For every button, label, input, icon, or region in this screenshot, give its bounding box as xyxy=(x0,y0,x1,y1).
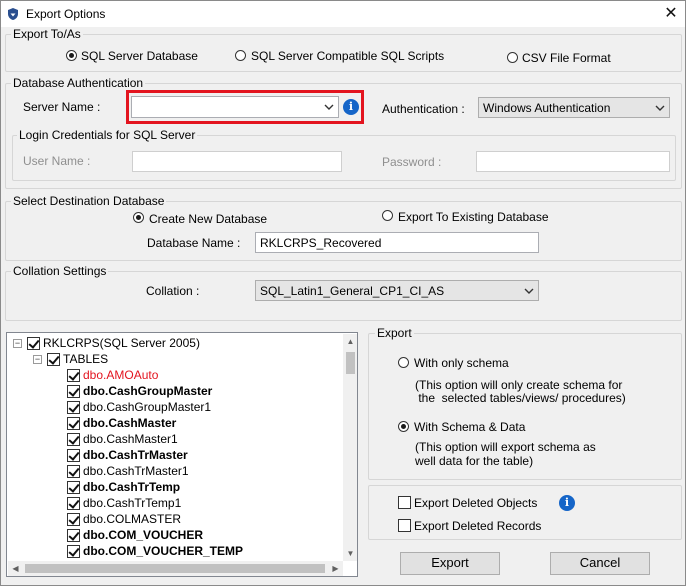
collation-label: Collation : xyxy=(146,284,200,298)
tree-root-label: RKLCRPS(SQL Server 2005) xyxy=(43,336,200,350)
chevron-down-icon[interactable] xyxy=(655,103,665,113)
tree-item-checkbox[interactable] xyxy=(67,433,80,446)
radio-sql-scripts[interactable] xyxy=(235,50,246,61)
export-deleted-objects-label[interactable]: Export Deleted Objects xyxy=(414,496,537,510)
tree-item-label: dbo.COM_VOUCHER xyxy=(83,528,203,542)
scroll-down-icon[interactable]: ▼ xyxy=(343,546,357,561)
schema-only-desc-line1: (This option will only create schema for xyxy=(415,378,623,392)
tree-item-label: dbo.CashTrMaster1 xyxy=(83,464,189,478)
tree-item-checkbox[interactable] xyxy=(67,401,80,414)
database-name-value: RKLCRPS_Recovered xyxy=(260,236,382,250)
authentication-label: Authentication : xyxy=(382,102,465,116)
database-name-label: Database Name : xyxy=(147,236,241,250)
tree-item-label: dbo.COLMASTER xyxy=(83,512,182,526)
close-button[interactable]: ✕ xyxy=(661,4,681,24)
server-name-highlight xyxy=(126,90,364,124)
tree-item-checkbox[interactable] xyxy=(67,497,80,510)
tree-item-checkbox[interactable] xyxy=(67,369,80,382)
export-deleted-objects-checkbox[interactable] xyxy=(398,496,411,509)
password-label: Password : xyxy=(382,155,442,169)
radio-schema-and-data[interactable] xyxy=(398,421,409,432)
tree-item-label: dbo.AMOAuto xyxy=(83,368,159,382)
export-button[interactable]: Export xyxy=(400,552,500,575)
tree-item-label: dbo.CashTrMaster xyxy=(83,448,188,462)
radio-schema-only-label[interactable]: With only schema xyxy=(414,356,509,370)
radio-csv-format-label[interactable]: CSV File Format xyxy=(522,51,611,65)
app-shield-icon xyxy=(8,8,18,20)
radio-sql-scripts-label[interactable]: SQL Server Compatible SQL Scripts xyxy=(251,49,444,63)
tree-item-checkbox[interactable] xyxy=(67,385,80,398)
radio-sql-server-database-label[interactable]: SQL Server Database xyxy=(81,49,198,63)
server-name-label: Server Name : xyxy=(23,100,101,114)
tree-item-checkbox[interactable] xyxy=(67,513,80,526)
collation-legend: Collation Settings xyxy=(11,264,109,278)
tree-tables-label: TABLES xyxy=(63,352,109,366)
export-to-legend: Export To/As xyxy=(11,27,83,41)
tree-item-label: dbo.CashMaster xyxy=(83,416,177,430)
deleted-objects-info-icon[interactable]: i xyxy=(559,495,575,511)
export-deleted-records-label[interactable]: Export Deleted Records xyxy=(414,519,541,533)
radio-export-existing-database-label[interactable]: Export To Existing Database xyxy=(398,210,549,224)
tree-item-label: dbo.CashTrTemp xyxy=(83,480,181,494)
password-input[interactable] xyxy=(476,151,670,172)
scroll-right-icon[interactable]: ▶ xyxy=(328,561,343,576)
schema-only-desc-line2: the selected tables/views/ procedures) xyxy=(415,391,626,405)
chevron-down-icon[interactable] xyxy=(524,286,534,296)
vertical-scroll-thumb[interactable] xyxy=(346,352,355,374)
cancel-button[interactable]: Cancel xyxy=(550,552,650,575)
schema-data-desc-line1: (This option will export schema as xyxy=(415,440,596,454)
tree-tables-checkbox[interactable] xyxy=(47,353,60,366)
window-title: Export Options xyxy=(26,7,106,21)
export-deleted-records-checkbox[interactable] xyxy=(398,519,411,532)
collapse-icon[interactable]: − xyxy=(33,355,42,364)
export-mode-legend: Export xyxy=(375,326,414,340)
export-options-window: Export Options ✕ Export To/As SQL Server… xyxy=(0,0,686,586)
tree-item-label: dbo.CashGroupMaster1 xyxy=(83,400,212,414)
radio-schema-and-data-label[interactable]: With Schema & Data xyxy=(414,420,525,434)
authentication-select[interactable]: Windows Authentication xyxy=(478,97,670,118)
scroll-up-icon[interactable]: ▲ xyxy=(343,334,357,349)
collation-value: SQL_Latin1_General_CP1_CI_AS xyxy=(260,284,445,298)
database-name-input[interactable]: RKLCRPS_Recovered xyxy=(255,232,539,253)
tree-item-label: dbo.COM_VOUCHER_TEMP xyxy=(83,544,244,558)
tree-item-checkbox[interactable] xyxy=(67,465,80,478)
tree-item-checkbox[interactable] xyxy=(67,529,80,542)
radio-csv-format[interactable] xyxy=(507,52,518,63)
scroll-left-icon[interactable]: ◀ xyxy=(8,561,23,576)
tree-item-checkbox[interactable] xyxy=(67,545,80,558)
tree-item-checkbox[interactable] xyxy=(67,417,80,430)
schema-data-desc-line2: well data for the table) xyxy=(415,454,534,468)
tree-item-checkbox[interactable] xyxy=(67,449,80,462)
collapse-icon[interactable]: − xyxy=(13,339,22,348)
radio-create-new-database[interactable] xyxy=(133,212,144,223)
tree-item-label: dbo.CashGroupMaster xyxy=(83,384,213,398)
radio-create-new-database-label[interactable]: Create New Database xyxy=(149,212,267,226)
tree-root-checkbox[interactable] xyxy=(27,337,40,350)
user-name-label: User Name : xyxy=(23,154,91,168)
table-tree-view[interactable]: − RKLCRPS(SQL Server 2005) − TABLES dbo.… xyxy=(6,332,358,577)
title-bar: Export Options ✕ xyxy=(1,1,685,27)
tree-item-label: dbo.CashTrTemp1 xyxy=(83,496,182,510)
user-name-input[interactable] xyxy=(132,151,342,172)
db-auth-legend: Database Authentication xyxy=(11,76,146,90)
tree-item-checkbox[interactable] xyxy=(67,481,80,494)
tree-horizontal-scrollbar[interactable]: ◀ ▶ xyxy=(8,561,343,576)
tree-item-label: dbo.CashMaster1 xyxy=(83,432,178,446)
login-credentials-legend: Login Credentials for SQL Server xyxy=(17,128,198,142)
authentication-value: Windows Authentication xyxy=(483,101,611,115)
collation-select[interactable]: SQL_Latin1_General_CP1_CI_AS xyxy=(255,280,539,301)
tree-vertical-scrollbar[interactable]: ▲ ▼ xyxy=(343,334,357,561)
destination-legend: Select Destination Database xyxy=(11,194,167,208)
horizontal-scroll-thumb[interactable] xyxy=(25,564,325,573)
radio-schema-only[interactable] xyxy=(398,357,409,368)
radio-sql-server-database[interactable] xyxy=(66,50,77,61)
radio-export-existing-database[interactable] xyxy=(382,210,393,221)
